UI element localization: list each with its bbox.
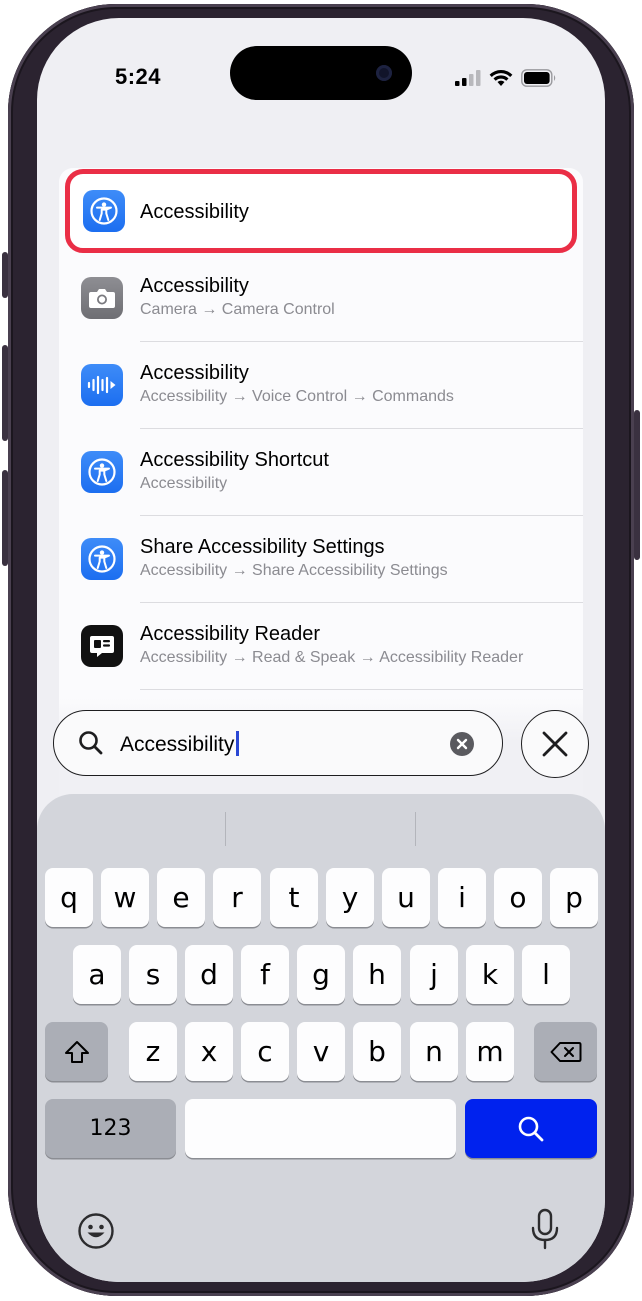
prediction-separator xyxy=(415,812,416,846)
key-m[interactable]: m xyxy=(466,1022,514,1081)
key-q[interactable]: q xyxy=(45,868,93,927)
front-camera xyxy=(376,65,392,81)
result-title: Accessibility xyxy=(140,362,249,384)
key-b[interactable]: b xyxy=(353,1022,401,1081)
key-t[interactable]: t xyxy=(270,868,318,927)
result-row[interactable]: Share Accessibility Settings Accessibili… xyxy=(59,516,583,603)
delete-key[interactable] xyxy=(534,1022,597,1081)
emoji-icon[interactable] xyxy=(77,1212,115,1250)
key-p[interactable]: p xyxy=(550,868,598,927)
dynamic-island xyxy=(230,46,412,100)
close-search-button[interactable] xyxy=(521,710,589,778)
key-r[interactable]: r xyxy=(213,868,261,927)
accessibility-icon xyxy=(81,538,123,580)
keyboard: q w e r t y u i o p a s d f g h j k l z … xyxy=(37,794,605,1282)
key-w[interactable]: w xyxy=(101,868,149,927)
search-field[interactable]: Accessibility xyxy=(53,710,503,776)
search-input[interactable]: Accessibility xyxy=(120,731,239,757)
key-d[interactable]: d xyxy=(185,945,233,1004)
clear-text-icon[interactable] xyxy=(450,732,474,756)
result-title: Accessibility Shortcut xyxy=(140,449,329,471)
delete-icon xyxy=(550,1041,581,1062)
highlighted-result-row[interactable]: Accessibility xyxy=(65,169,577,253)
key-f[interactable]: f xyxy=(241,945,289,1004)
status-time: 5:24 xyxy=(115,64,162,89)
wifi-icon xyxy=(489,70,513,86)
result-row[interactable]: Accessibility Camera → Camera Control xyxy=(59,255,583,342)
key-i[interactable]: i xyxy=(438,868,486,927)
result-title: Accessibility xyxy=(140,201,249,223)
search-key[interactable] xyxy=(465,1099,597,1158)
result-subtitle: Camera → Camera Control xyxy=(140,301,335,318)
result-subtitle: Accessibility → Share Accessibility Sett… xyxy=(140,562,448,579)
shift-key[interactable] xyxy=(45,1022,108,1081)
accessibility-icon xyxy=(83,190,125,232)
key-j[interactable]: j xyxy=(410,945,458,1004)
key-e[interactable]: e xyxy=(157,868,205,927)
key-u[interactable]: u xyxy=(382,868,430,927)
search-query: Accessibility xyxy=(120,733,235,756)
key-s[interactable]: s xyxy=(129,945,177,1004)
result-subtitle: Accessibility → Read & Speak → Accessibi… xyxy=(140,649,524,666)
camera-icon xyxy=(81,277,123,319)
action-button xyxy=(2,252,8,298)
key-z[interactable]: z xyxy=(129,1022,177,1081)
volume-up-button xyxy=(2,345,8,441)
result-row[interactable]: Accessibility Shortcut Accessibility xyxy=(59,429,583,516)
key-v[interactable]: v xyxy=(297,1022,345,1081)
reader-icon xyxy=(81,625,123,667)
result-row[interactable]: Accessibility Accessibility → Voice Cont… xyxy=(59,342,583,429)
space-key[interactable] xyxy=(185,1099,456,1158)
volume-down-button xyxy=(2,470,8,566)
text-cursor xyxy=(236,731,239,756)
result-subtitle: Accessibility → Voice Control → Commands xyxy=(140,388,454,405)
cellular-signal-icon xyxy=(455,70,481,86)
prediction-separator xyxy=(225,812,226,846)
key-c[interactable]: c xyxy=(241,1022,289,1081)
key-y[interactable]: y xyxy=(326,868,374,927)
voice-control-icon xyxy=(81,364,123,406)
divider xyxy=(140,689,583,690)
result-title: Accessibility Reader xyxy=(140,623,321,645)
shift-icon xyxy=(64,1040,89,1063)
result-row[interactable]: Accessibility Reader Accessibility → Rea… xyxy=(59,603,583,690)
key-o[interactable]: o xyxy=(494,868,542,927)
result-title: Share Accessibility Settings xyxy=(140,536,385,558)
numbers-key[interactable]: 123 xyxy=(45,1099,176,1158)
power-button xyxy=(634,410,640,560)
search-icon xyxy=(518,1116,544,1141)
accessibility-icon xyxy=(81,451,123,493)
microphone-icon[interactable] xyxy=(529,1208,561,1252)
key-k[interactable]: k xyxy=(466,945,514,1004)
key-h[interactable]: h xyxy=(353,945,401,1004)
close-icon xyxy=(542,731,568,757)
search-icon xyxy=(79,731,103,755)
key-n[interactable]: n xyxy=(410,1022,458,1081)
key-l[interactable]: l xyxy=(522,945,570,1004)
battery-icon xyxy=(521,69,556,87)
result-title: Accessibility xyxy=(140,275,249,297)
key-x[interactable]: x xyxy=(185,1022,233,1081)
key-a[interactable]: a xyxy=(73,945,121,1004)
result-subtitle: Accessibility xyxy=(140,475,228,492)
key-g[interactable]: g xyxy=(297,945,345,1004)
status-bar: 5:24 xyxy=(37,18,605,128)
